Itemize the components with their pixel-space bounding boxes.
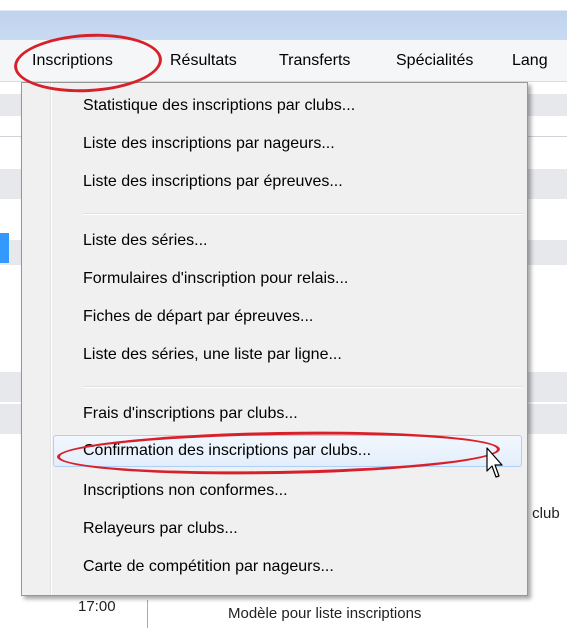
menu-item-label: Liste des séries, une liste par ligne... xyxy=(83,346,342,363)
menu-item-carte-competition[interactable]: Carte de compétition par nageurs... xyxy=(22,552,527,582)
menu-item-liste-series-par-ligne[interactable]: Liste des séries, une liste par ligne... xyxy=(22,340,527,370)
background-time: 17:00 xyxy=(78,598,116,615)
menu-resultats[interactable]: Résultats xyxy=(170,52,237,70)
menu-transferts[interactable]: Transferts xyxy=(279,52,350,70)
menu-item-inscriptions-non-conformes[interactable]: Inscriptions non conformes... xyxy=(22,476,527,506)
menu-item-label: Inscriptions non conformes... xyxy=(83,482,288,499)
menu-item-label: Liste des inscriptions par épreuves... xyxy=(83,173,343,190)
menu-item-liste-series[interactable]: Liste des séries... xyxy=(22,226,527,256)
inscriptions-dropdown-menu: Statistique des inscriptions par clubs..… xyxy=(21,82,528,596)
menu-item-label: Liste des inscriptions par nageurs... xyxy=(83,135,335,152)
menu-item-statistique-inscriptions-clubs[interactable]: Statistique des inscriptions par clubs..… xyxy=(22,91,527,121)
menu-item-liste-inscriptions-epreuves[interactable]: Liste des inscriptions par épreuves... xyxy=(22,167,527,197)
menu-langue[interactable]: Lang xyxy=(512,52,548,70)
background-column-divider xyxy=(147,600,148,628)
menu-item-fiches-depart[interactable]: Fiches de départ par épreuves... xyxy=(22,302,527,332)
menu-item-label: Relayeurs par clubs... xyxy=(83,520,238,537)
menu-separator xyxy=(83,386,523,388)
menu-item-label: Fiches de départ par épreuves... xyxy=(83,308,314,325)
background-selection-marker xyxy=(0,233,9,263)
menu-item-relayeurs-clubs[interactable]: Relayeurs par clubs... xyxy=(22,514,527,544)
menu-item-frais-inscriptions[interactable]: Frais d'inscriptions par clubs... xyxy=(22,399,527,429)
mouse-pointer-icon xyxy=(486,447,503,478)
menu-separator xyxy=(83,213,523,215)
menu-item-label: Formulaires d'inscription pour relais... xyxy=(83,270,349,287)
background-template-label: Modèle pour liste inscriptions xyxy=(228,605,422,622)
menu-item-label: Frais d'inscriptions par clubs... xyxy=(83,405,298,422)
menu-item-label: Liste des séries... xyxy=(83,232,208,249)
background-club-text: r club xyxy=(523,505,560,522)
menu-item-liste-inscriptions-nageurs[interactable]: Liste des inscriptions par nageurs... xyxy=(22,129,527,159)
menu-item-label: Carte de compétition par nageurs... xyxy=(83,558,334,575)
menu-item-formulaires-relais[interactable]: Formulaires d'inscription pour relais... xyxy=(22,264,527,294)
menu-specialites[interactable]: Spécialités xyxy=(396,52,473,70)
menu-item-label: Statistique des inscriptions par clubs..… xyxy=(83,97,356,114)
